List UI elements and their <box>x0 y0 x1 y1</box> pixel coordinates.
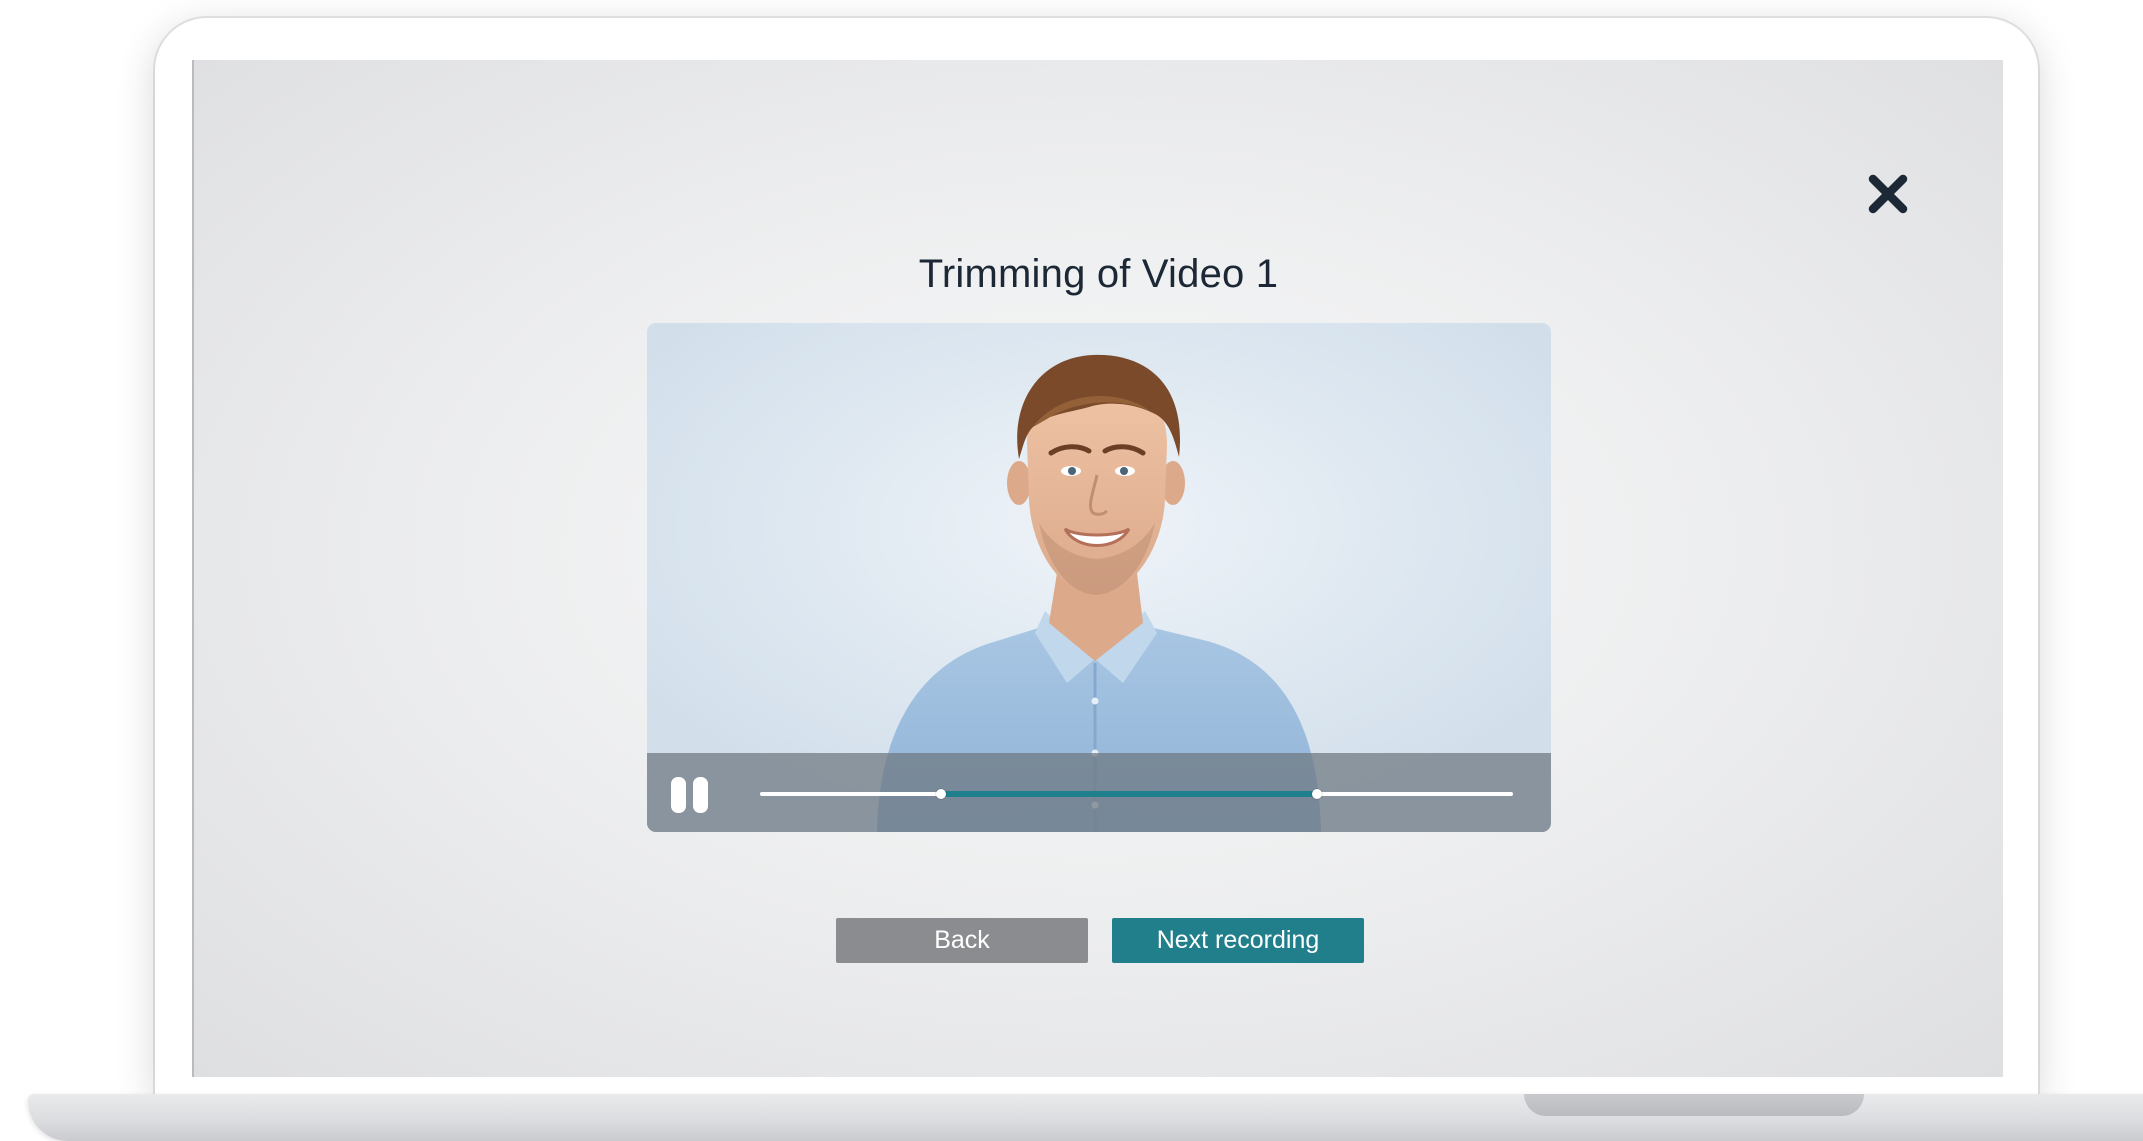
pause-button[interactable] <box>671 777 711 813</box>
pause-icon <box>671 777 686 813</box>
player-controls <box>647 753 1551 832</box>
trim-end-handle[interactable] <box>1312 789 1323 799</box>
back-button[interactable]: Back <box>836 918 1088 963</box>
trim-selected-range <box>940 791 1318 797</box>
laptop-screen: Trimming of Video 1 Back Next recording <box>192 60 2003 1077</box>
video-player[interactable] <box>647 323 1551 832</box>
next-recording-button[interactable]: Next recording <box>1112 918 1364 963</box>
trim-start-handle[interactable] <box>935 789 946 799</box>
trim-timeline[interactable] <box>760 789 1513 799</box>
product-mockup: Trimming of Video 1 Back Next recording <box>0 0 2143 1141</box>
pause-icon-bar <box>693 777 708 813</box>
dialog-title: Trimming of Video 1 <box>918 252 1279 296</box>
laptop-base-notch <box>1524 1094 1864 1116</box>
close-icon <box>1868 174 1908 214</box>
close-button[interactable] <box>1864 170 1912 218</box>
